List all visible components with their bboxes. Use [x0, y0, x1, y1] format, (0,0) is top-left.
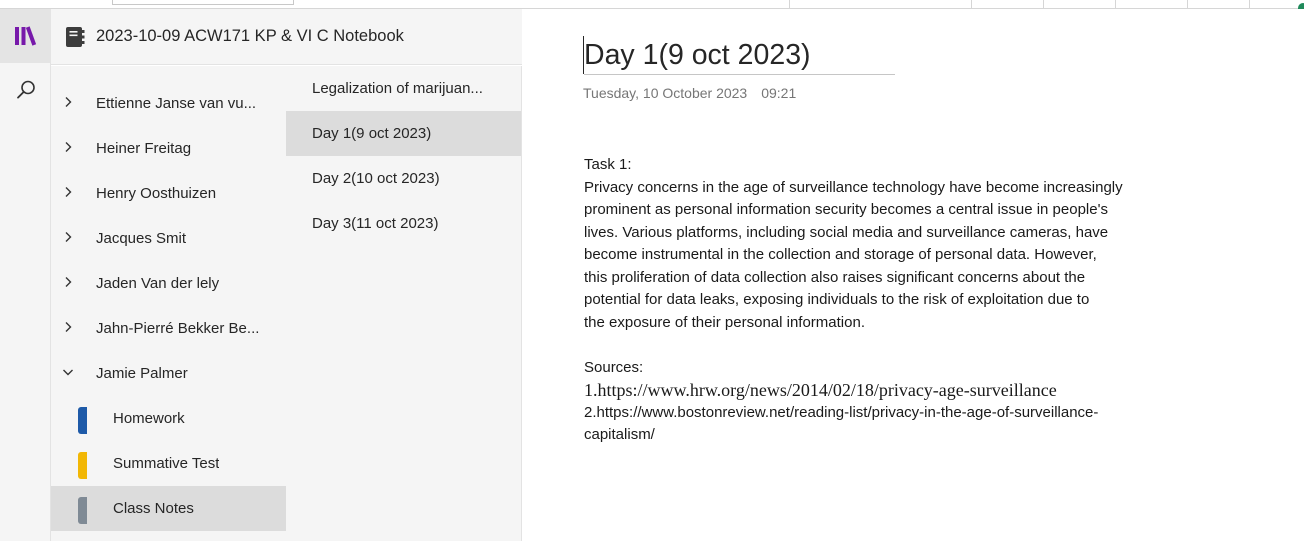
section-label: Heiner Freitag: [96, 140, 192, 157]
section-color-tab: [78, 407, 87, 434]
search-icon: [16, 80, 35, 99]
section-label: Summative Test: [113, 455, 220, 472]
page-label: Day 3(11 oct 2023): [312, 215, 439, 232]
section-color-tab: [78, 497, 87, 524]
section-label: Jamie Palmer: [96, 365, 188, 382]
notebooks-button[interactable]: [0, 9, 51, 63]
subsection-item-homework[interactable]: Homework: [51, 396, 286, 441]
section-color-tab: [78, 452, 87, 479]
chevron-down-icon[interactable]: [62, 365, 74, 379]
paragraph-line: prominent as personal information securi…: [584, 201, 1108, 218]
notebook-header[interactable]: 2023-10-09 ACW171 KP & VI C Notebook: [51, 9, 522, 65]
subsection-item-summative-test[interactable]: Summative Test: [51, 441, 286, 486]
page-meta: Tuesday, 10 October 2023 09:21: [583, 85, 796, 101]
text-cursor: [583, 36, 584, 74]
page-label: Legalization of marijuan...: [312, 80, 483, 97]
search-button[interactable]: [0, 63, 51, 117]
section-group-item[interactable]: Jamie Palmer: [51, 351, 286, 396]
chevron-right-icon[interactable]: [62, 230, 74, 244]
page-item[interactable]: Day 3(11 oct 2023): [286, 201, 521, 246]
chevron-right-icon[interactable]: [62, 275, 74, 289]
page-title[interactable]: Day 1(9 oct 2023): [584, 38, 895, 75]
task-heading: Task 1:: [584, 156, 632, 173]
page-label: Day 1(9 oct 2023): [312, 125, 432, 142]
sources-heading: Sources:: [584, 358, 644, 376]
sections-pane: Ettienne Janse van vu... Heiner Freitag …: [51, 66, 286, 541]
section-label: Jahn-Pierré Bekker Be...: [96, 320, 260, 337]
nav-rail: [0, 9, 51, 541]
section-label: Class Notes: [113, 500, 194, 517]
top-strip-segment: [972, 0, 1044, 9]
chevron-right-icon[interactable]: [62, 95, 74, 109]
note-body[interactable]: Task 1: Privacy concerns in the age of s…: [584, 154, 1194, 447]
page-date: Tuesday, 10 October 2023: [583, 85, 748, 101]
paragraph-line: lives. Various platforms, including soci…: [584, 223, 1109, 241]
section-item[interactable]: Jaden Van der lely: [51, 261, 286, 306]
paragraph-line: become instrumental in the collection an…: [584, 246, 1097, 263]
section-label: Homework: [113, 410, 185, 427]
paragraph-line: potential for data leaks, exposing indiv…: [584, 291, 1090, 308]
page-item[interactable]: Legalization of marijuan...: [286, 66, 521, 111]
section-item[interactable]: Heiner Freitag: [51, 126, 286, 171]
source-link[interactable]: 1.https://www.hrw.org/news/2014/02/18/pr…: [584, 379, 1194, 402]
section-label: Henry Oosthuizen: [96, 185, 217, 202]
page-time: 09:21: [761, 85, 797, 101]
pages-pane: Legalization of marijuan... Day 1(9 oct …: [286, 66, 522, 541]
section-label: Jacques Smit: [96, 230, 187, 247]
page-item-selected[interactable]: Day 1(9 oct 2023): [286, 111, 521, 156]
top-strip-segment: [0, 0, 790, 9]
source-link-continued[interactable]: capitalism/: [584, 424, 1194, 447]
section-item[interactable]: Jacques Smit: [51, 216, 286, 261]
paragraph-line: the exposure of their personal informati…: [584, 313, 865, 331]
chevron-right-icon[interactable]: [62, 185, 74, 199]
top-strip-segment: [1116, 0, 1188, 9]
notebook-icon: [66, 26, 85, 47]
top-strip-segment: [1188, 0, 1250, 9]
paragraph-line: this proliferation of data collection al…: [584, 268, 1086, 286]
section-item[interactable]: Jahn-Pierré Bekker Be...: [51, 306, 286, 351]
source-link[interactable]: 2.https://www.bostonreview.net/reading-l…: [584, 402, 1194, 425]
top-strip-segment: [1044, 0, 1116, 9]
notebooks-icon: [14, 26, 36, 46]
page-label: Day 2(10 oct 2023): [312, 170, 440, 187]
section-item[interactable]: Ettienne Janse van vu...: [51, 81, 286, 126]
chevron-right-icon[interactable]: [62, 320, 74, 334]
chevron-right-icon[interactable]: [62, 140, 74, 154]
top-strip: [0, 0, 1304, 15]
section-label: Ettienne Janse van vu...: [96, 95, 257, 112]
section-item[interactable]: Henry Oosthuizen: [51, 171, 286, 216]
subsection-item-class-notes[interactable]: Class Notes: [51, 486, 286, 531]
paragraph-line: Privacy concerns in the age of surveilla…: [584, 178, 1123, 196]
notebook-title: 2023-10-09 ACW171 KP & VI C Notebook: [96, 27, 404, 45]
top-strip-segment: [790, 0, 972, 9]
section-label: Jaden Van der lely: [96, 275, 220, 292]
page-item[interactable]: Day 2(10 oct 2023): [286, 156, 521, 201]
page-canvas[interactable]: Day 1(9 oct 2023) Tuesday, 10 October 20…: [523, 9, 1304, 541]
